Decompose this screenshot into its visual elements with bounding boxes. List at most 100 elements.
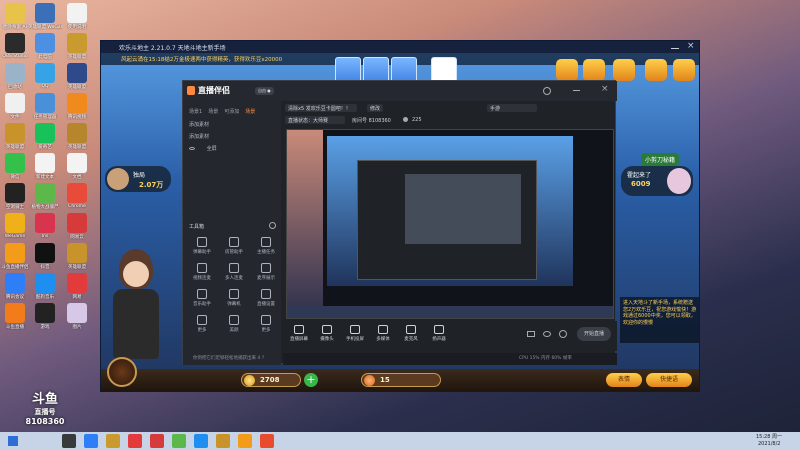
control-button[interactable]: 摄像头 [315, 325, 339, 342]
category-select[interactable]: 手游 [487, 104, 537, 112]
taskbar-app-icon[interactable] [128, 434, 142, 448]
desktop-icon-label: Chrome [68, 204, 86, 209]
tool-button[interactable]: 更多 [251, 315, 281, 333]
bag-icon[interactable] [673, 59, 695, 81]
tray-clock-time[interactable]: 15:28 周一 [756, 433, 782, 440]
taskbar-app-icon[interactable] [106, 434, 120, 448]
tool-button[interactable]: 弹幕助手 [187, 237, 217, 255]
desktop-icon[interactable]: 任务管理器 [28, 93, 62, 120]
tab-scene-2[interactable]: 场景 [208, 108, 218, 115]
app-icon [67, 93, 87, 113]
desktop-icon[interactable]: 爱奇艺 [28, 123, 62, 150]
toolbox-settings-icon[interactable] [269, 222, 276, 229]
desktop-icon[interactable]: 英雄联盟 [60, 123, 94, 150]
quick-chat-button[interactable]: 快捷语 [646, 373, 692, 387]
tool-label: 音乐助手 [193, 302, 211, 307]
scene-row[interactable]: 添加素材 [189, 121, 209, 128]
desktop-icon[interactable]: QQ [28, 63, 62, 89]
streaming-app-window[interactable]: 直播伴侣 自由 ● × 场景1 场景 可添加 场景 添加素材 添加素材 全屏 工具箱 … [182, 80, 617, 365]
reward-icon[interactable] [645, 59, 667, 81]
desktop-icon[interactable]: 网易 [60, 273, 94, 300]
tab-scene-1[interactable]: 场景1 [189, 108, 202, 115]
tool-label: 更多 [197, 328, 207, 333]
tool-button[interactable]: 弹幕机 [219, 289, 249, 307]
control-button[interactable]: 扬声器 [427, 325, 451, 342]
desktop-icon[interactable]: 游戏 [28, 303, 62, 330]
settings-icon[interactable] [543, 87, 551, 95]
tab-scene-4[interactable]: 场景 [245, 108, 255, 115]
taskbar-app-icon[interactable] [194, 434, 208, 448]
task-icon[interactable] [583, 59, 605, 81]
desktop-icon-label: Ins [41, 234, 49, 239]
desktop-icon[interactable]: 英雄联盟 WeGame版 [28, 3, 62, 30]
avatar[interactable] [107, 357, 137, 387]
scene-row[interactable]: 添加素材 [189, 133, 209, 140]
control-button[interactable]: 手机投屏 [343, 325, 367, 342]
minimize-icon[interactable] [573, 90, 580, 91]
scene-row-fullscreen[interactable]: 全屏 [189, 145, 217, 152]
tool-label: 房管助手 [225, 250, 243, 255]
edit-title-button[interactable]: 修改 [367, 104, 383, 112]
start-icon[interactable] [8, 436, 18, 446]
desktop-icon[interactable]: Ins [28, 213, 62, 239]
desktop-icon[interactable]: 英雄联盟 [60, 243, 94, 270]
start-stream-button[interactable]: 开始直播 [577, 327, 611, 341]
desktop-icon[interactable]: 使用说明 [60, 3, 94, 30]
tool-button[interactable]: 房管助手 [219, 237, 249, 255]
taskbar-app-icon[interactable] [238, 434, 252, 448]
right-player-panel[interactable]: 霍起来了 6009 [621, 166, 693, 196]
diamond-pill: 15 [361, 373, 441, 387]
tool-button[interactable]: 音乐助手 [187, 289, 217, 307]
desktop-icon[interactable]: 英雄联盟 [60, 63, 94, 90]
desktop-icon[interactable]: Chrome [60, 183, 94, 209]
desktop-icon[interactable]: 抖音 [28, 243, 62, 270]
game-close-icon[interactable]: × [687, 41, 695, 51]
emote-button[interactable]: 表情 [606, 373, 642, 387]
taskbar-app-icon[interactable] [216, 434, 230, 448]
close-icon[interactable]: × [601, 84, 609, 94]
desktop-icon[interactable]: 网易云 [60, 213, 94, 240]
desktop-icon[interactable]: 此电脑 [28, 33, 62, 60]
app-icon [35, 303, 55, 323]
taskbar-app-icon[interactable] [172, 434, 186, 448]
tool-button[interactable]: 直播设置 [251, 289, 281, 307]
mail-icon[interactable] [613, 59, 635, 81]
camera-icon[interactable] [527, 331, 535, 337]
desktop-icon[interactable]: 文档 [60, 153, 94, 180]
app-icon [5, 183, 25, 203]
stream-preview[interactable] [286, 129, 614, 319]
desktop-icon[interactable]: 新建文本 [28, 153, 62, 180]
diamond-count: 15 [380, 376, 390, 384]
game-minimize-icon[interactable] [671, 43, 679, 49]
add-beans-button[interactable]: + [304, 373, 318, 387]
tab-scene-3[interactable]: 可添加 [224, 108, 239, 115]
tool-button[interactable]: 麦序展示 [251, 263, 281, 281]
control-button[interactable]: 多媒体 [371, 325, 395, 342]
desktop-icon-label: 腾讯视频 [68, 115, 86, 120]
taskbar-app-icon[interactable] [150, 434, 164, 448]
desktop-icon-label: 使用说明 [68, 25, 86, 30]
tool-button[interactable]: 主播任务 [251, 237, 281, 255]
stream-title-field[interactable]: 清除x5 发欢乐豆卡圆吧！！ [285, 104, 357, 112]
settings-icon[interactable] [559, 330, 567, 338]
desktop-icon[interactable]: 酷狗音乐 [28, 273, 62, 300]
taskbar-app-icon[interactable] [260, 434, 274, 448]
tool-button[interactable]: 美颜 [219, 315, 249, 333]
desktop-icon[interactable]: 英雄联盟 [60, 33, 94, 60]
desktop-icon[interactable]: 腾讯视频 [60, 93, 94, 120]
desktop-icon[interactable]: 植物大战僵尸 [28, 183, 62, 210]
stream-info: 清除x5 发欢乐豆卡圆吧！！ 修改 手游 直播状态：大师赛 房间号 810836… [283, 101, 617, 131]
tool-button[interactable]: 更多 [187, 315, 217, 333]
eye-icon[interactable] [543, 331, 551, 337]
eye-icon[interactable] [189, 147, 195, 150]
control-button[interactable]: 直播屏幕 [287, 325, 311, 342]
taskbar-app-icon[interactable] [84, 434, 98, 448]
tool-button[interactable]: 多人连麦 [219, 263, 249, 281]
control-button[interactable]: 麦克风 [399, 325, 423, 342]
taskbar-app-icon[interactable] [62, 434, 76, 448]
desktop-icon[interactable]: 图片 [60, 303, 94, 330]
gift-icon[interactable] [556, 59, 578, 81]
tool-button[interactable]: 视频连麦 [187, 263, 217, 281]
left-player-panel[interactable]: 独局 2.07万 [105, 166, 171, 192]
tray-clock-date[interactable]: 2021/8/2 [758, 441, 780, 447]
